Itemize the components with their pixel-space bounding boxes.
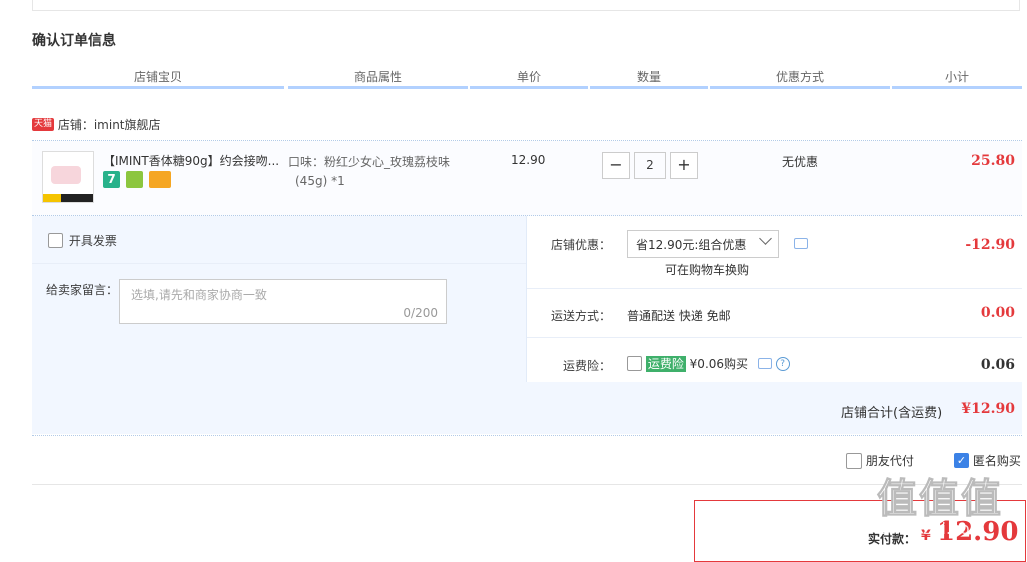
- shipping-label: 运送方式：: [551, 309, 612, 323]
- product-thumbnail[interactable]: [42, 151, 94, 203]
- chevron-down-icon: [759, 232, 772, 245]
- shop-name-link[interactable]: 店铺：imint旗舰店: [58, 118, 161, 132]
- guarantee-icon[interactable]: [125, 171, 143, 188]
- header-underline: [590, 86, 708, 89]
- column-header-discount: 优惠方式: [775, 70, 824, 84]
- product-attribute: 口味：粉红少女心_玫瑰荔枝味: [288, 155, 451, 169]
- section-title: 确认订单信息: [32, 33, 116, 49]
- shop-total-amount: ¥12.90: [961, 401, 1015, 417]
- message-placeholder: 选填,请先和商家协商一致: [131, 288, 267, 302]
- shop-discount-label: 店铺优惠：: [551, 238, 612, 252]
- item-discount: 无优惠: [782, 155, 819, 169]
- invoice-label: 开具发票: [68, 234, 117, 248]
- header-underline: [32, 86, 284, 89]
- header-underline: [892, 86, 1022, 89]
- message-label: 给卖家留言：: [46, 283, 119, 297]
- seller-message-textarea[interactable]: 选填,请先和商家协商一致 0/200: [119, 279, 447, 324]
- product-attribute-weight: (45g) *1: [295, 174, 345, 188]
- chat-bubble-icon[interactable]: [794, 238, 808, 249]
- shop-discount-selected: 省12.90元:组合优惠: [636, 238, 747, 252]
- divider: [32, 263, 526, 264]
- column-header-unit-price: 单价: [516, 70, 541, 84]
- shipping-amount: 0.00: [980, 305, 1015, 321]
- invoice-checkbox[interactable]: [48, 233, 63, 248]
- insurance-price: ¥0.06购买: [689, 357, 749, 371]
- credit-card-icon[interactable]: [148, 171, 171, 188]
- insurance-option[interactable]: 运费险 ¥0.06购买 ?: [627, 355, 790, 372]
- chat-bubble-icon[interactable]: [757, 358, 772, 369]
- column-header-shop-item: 店铺宝贝: [133, 70, 182, 84]
- insurance-amount: 0.06: [980, 357, 1015, 373]
- invoice-option[interactable]: 开具发票: [48, 232, 117, 249]
- column-header-subtotal: 小计: [944, 70, 969, 84]
- shop-discount-select[interactable]: 省12.90元:组合优惠: [627, 230, 779, 258]
- help-icon[interactable]: ?: [775, 356, 790, 371]
- unit-price: 12.90: [511, 153, 546, 167]
- increase-quantity-button[interactable]: +: [670, 152, 698, 179]
- divider: [527, 288, 1022, 289]
- service-badges: 7: [103, 171, 173, 188]
- shop-discount-amount: -12.90: [965, 237, 1015, 253]
- shop-total-label: 店铺合计(含运费): [841, 406, 943, 421]
- header-underline: [288, 86, 468, 89]
- shop-discount-note: 可在购物车换购: [665, 263, 750, 277]
- divider: [527, 337, 1022, 338]
- insurance-checkbox[interactable]: [627, 356, 642, 371]
- column-header-quantity: 数量: [636, 70, 661, 84]
- quantity-input[interactable]: 2: [634, 152, 666, 179]
- column-header-attributes: 商品属性: [353, 70, 402, 84]
- product-title-link[interactable]: 【IMINT香体糖90g】约会接吻...: [103, 152, 283, 169]
- friend-pay-checkbox[interactable]: [846, 452, 862, 469]
- watermark-logo: 值值值: [877, 476, 1003, 523]
- seven-day-return-icon[interactable]: 7: [103, 171, 120, 188]
- insurance-label: 运费险：: [563, 359, 612, 373]
- message-char-counter: 0/200: [403, 306, 438, 320]
- shipping-value: 普通配送 快递 免邮: [627, 309, 731, 323]
- header-underline: [710, 86, 890, 89]
- insurance-tag: 运费险: [645, 355, 686, 372]
- decrease-quantity-button[interactable]: −: [602, 152, 630, 179]
- watermark-url: zhidezhi.com: [880, 519, 986, 538]
- item-subtotal: 25.80: [971, 153, 1015, 169]
- header-underline: [470, 86, 588, 89]
- divider: [32, 484, 1022, 485]
- previous-section-box: [32, 0, 1020, 11]
- divider: [32, 435, 1022, 436]
- quantity-stepper: − 2 +: [602, 152, 698, 179]
- tmall-badge-icon: 天猫: [32, 118, 55, 131]
- shop-row: 天猫 店铺：imint旗舰店: [32, 116, 161, 133]
